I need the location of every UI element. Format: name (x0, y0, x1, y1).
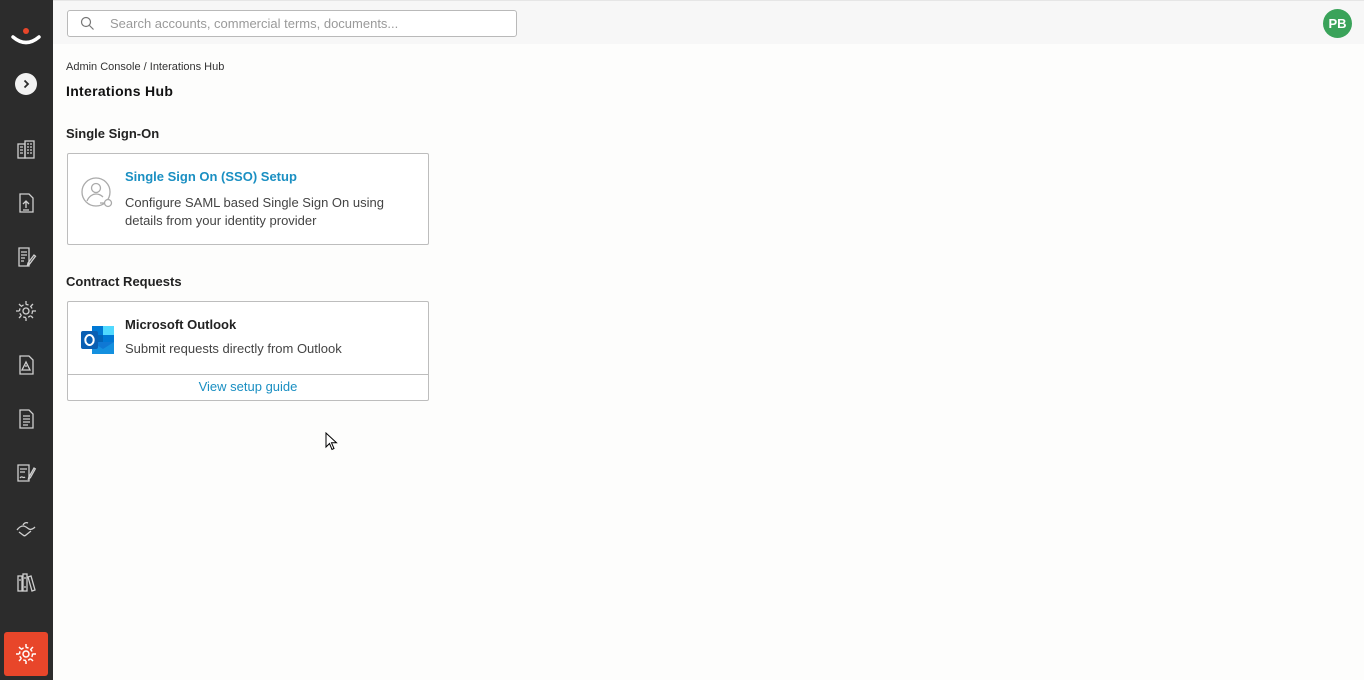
document-upload-icon[interactable] (14, 191, 38, 215)
sso-setup-description: Configure SAML based Single Sign On usin… (125, 195, 384, 228)
search-icon (80, 16, 94, 30)
sidebar (0, 0, 53, 680)
document-list-icon[interactable] (14, 407, 38, 431)
section-title-sso: Single Sign-On (66, 126, 160, 141)
user-key-icon (81, 177, 113, 208)
signature-icon[interactable] (14, 461, 38, 485)
view-setup-guide-link[interactable]: View setup guide (68, 374, 428, 400)
sso-setup-card[interactable]: Single Sign On (SSO) Setup Configure SAM… (67, 153, 429, 245)
document-edit-icon[interactable] (14, 245, 38, 269)
page-title: Interations Hub (66, 83, 174, 99)
expand-sidebar-button[interactable] (15, 73, 37, 95)
mouse-cursor-icon (325, 432, 338, 451)
breadcrumb[interactable]: Admin Console / Interations Hub (66, 61, 224, 73)
top-bar: PB (53, 0, 1364, 44)
user-avatar[interactable]: PB (1323, 9, 1352, 38)
gear-network-icon[interactable] (14, 299, 38, 323)
admin-console-button[interactable] (4, 632, 48, 676)
chevron-right-icon (23, 79, 30, 89)
logo-icon[interactable] (11, 24, 41, 48)
handshake-icon[interactable] (14, 517, 38, 541)
books-icon[interactable] (14, 571, 38, 595)
search-box[interactable] (67, 10, 517, 37)
search-input[interactable] (110, 14, 505, 33)
building-icon[interactable] (14, 137, 38, 161)
sso-setup-title[interactable]: Single Sign On (SSO) Setup (125, 169, 297, 184)
document-alert-icon[interactable] (14, 353, 38, 377)
outlook-icon (81, 326, 114, 354)
outlook-description: Submit requests directly from Outlook (125, 341, 342, 356)
outlook-title: Microsoft Outlook (125, 317, 237, 332)
admin-gear-icon (16, 644, 36, 664)
outlook-card: Microsoft Outlook Submit requests direct… (67, 301, 429, 401)
section-title-contract-requests: Contract Requests (66, 274, 182, 289)
